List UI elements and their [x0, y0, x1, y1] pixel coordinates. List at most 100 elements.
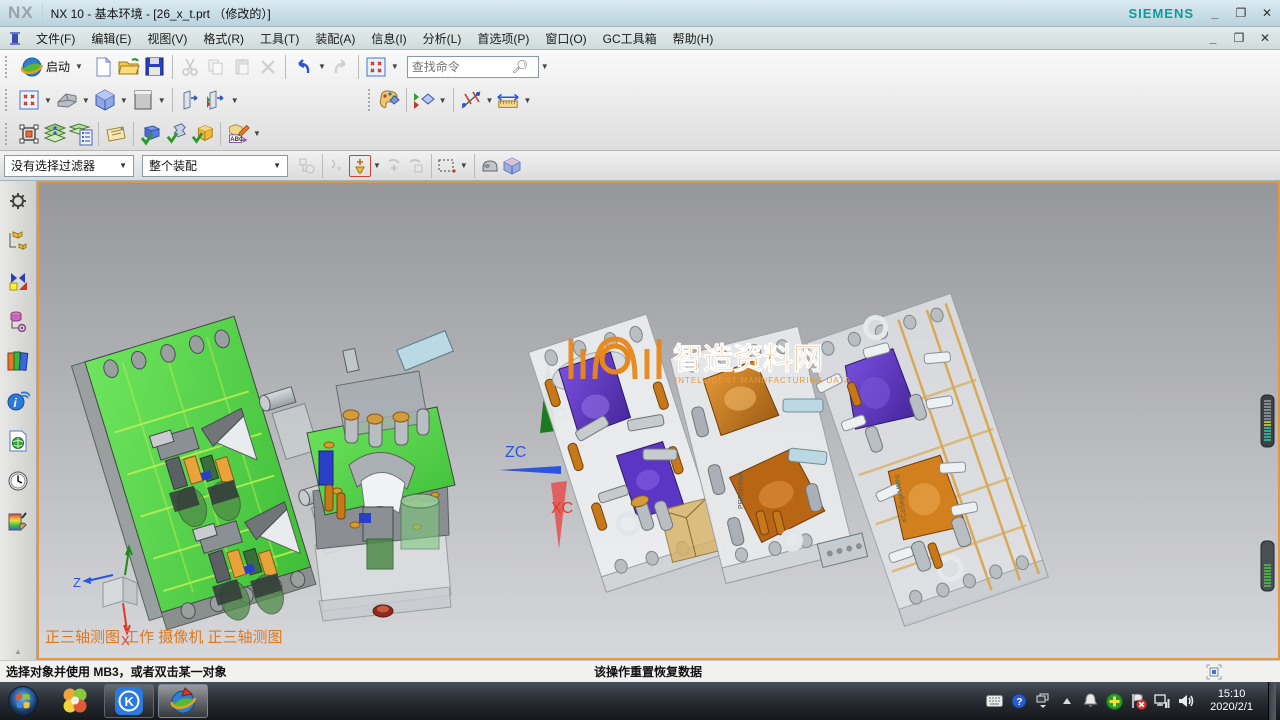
undo-dropdown[interactable]: ▼ [316, 62, 328, 71]
keyboard-icon[interactable] [986, 693, 1003, 710]
copy-button[interactable] [203, 54, 229, 80]
k-app-icon[interactable]: K [104, 684, 154, 718]
help-icon[interactable]: ? [1010, 693, 1027, 710]
selection-filter-combo[interactable]: 没有选择过滤器 ▼ [4, 155, 134, 177]
safety-plus-icon[interactable] [1106, 693, 1123, 710]
menu-help[interactable]: 帮助(H) [665, 28, 722, 49]
restore-button[interactable]: ❐ [1234, 6, 1248, 20]
measure-dropdown[interactable]: ▼ [484, 96, 496, 105]
taskbar-clock[interactable]: 15:10 2020/2/1 [1202, 688, 1261, 714]
materials-palette-icon[interactable] [6, 509, 30, 533]
volume-icon[interactable] [1178, 693, 1195, 710]
note-button[interactable] [103, 121, 129, 147]
wave-link-button[interactable] [164, 121, 190, 147]
assembly-constraints-button[interactable] [138, 121, 164, 147]
menu-analysis[interactable]: 分析(L) [415, 28, 470, 49]
action-center-flag-icon[interactable] [1130, 693, 1147, 710]
clip-section-button[interactable] [177, 87, 203, 113]
toolbar-drag-handle[interactable] [368, 89, 373, 111]
name-attribute-button[interactable]: ABC [225, 121, 251, 147]
orient-view-button[interactable] [92, 87, 118, 113]
marquee-dropdown[interactable]: ▼ [458, 161, 470, 170]
layer-list-button[interactable] [68, 121, 94, 147]
menu-gc-toolbox[interactable]: GC工具箱 [595, 28, 665, 49]
show-desktop-button[interactable] [1268, 682, 1276, 720]
menu-assemblies[interactable]: 装配(A) [307, 28, 363, 49]
orient-view-dropdown[interactable]: ▼ [118, 96, 130, 105]
doc-restore-button[interactable]: ❐ [1232, 31, 1246, 45]
menu-view[interactable]: 视图(V) [139, 28, 195, 49]
resource-bar-collapse[interactable]: ▲ [14, 647, 22, 656]
clip-dropdown[interactable]: ▼ [229, 96, 241, 105]
save-button[interactable] [142, 54, 168, 80]
clip-slider-bottom[interactable] [1261, 541, 1274, 591]
start-menu-button[interactable]: 启动 ▼ [16, 54, 90, 80]
bell-icon[interactable] [1082, 693, 1099, 710]
shaded-view-button[interactable] [54, 87, 80, 113]
remember-constraints-button[interactable] [190, 121, 216, 147]
new-file-button[interactable] [90, 54, 116, 80]
part-navigator-icon[interactable] [6, 309, 30, 333]
clip-work-section-button[interactable] [203, 87, 229, 113]
marquee-select-button[interactable] [436, 155, 458, 177]
cut-button[interactable] [177, 54, 203, 80]
close-button[interactable]: ✕ [1260, 6, 1274, 20]
ruler-button[interactable] [495, 87, 521, 113]
snap-point-button[interactable] [349, 155, 371, 177]
constraint-navigator-icon[interactable] [6, 269, 30, 293]
toolbar-drag-handle[interactable] [5, 56, 10, 78]
assembly-tree-button[interactable] [296, 155, 318, 177]
nx-app-icon[interactable] [158, 684, 208, 718]
move-component-button[interactable] [16, 121, 42, 147]
clip-slider-top[interactable] [1261, 395, 1274, 447]
drag-point-button[interactable] [405, 155, 427, 177]
doc-minimize-button[interactable]: _ [1206, 31, 1220, 45]
toolbar-drag-handle[interactable] [5, 123, 10, 145]
solid-cube-button[interactable] [501, 155, 523, 177]
roles-gear-icon[interactable] [6, 189, 30, 213]
redo-button[interactable] [328, 54, 354, 80]
ruler-dropdown[interactable]: ▼ [521, 96, 533, 105]
hidden-icons-arrow[interactable] [1058, 693, 1075, 710]
menu-format[interactable]: 格式(R) [195, 28, 252, 49]
show-hide-button[interactable] [411, 87, 437, 113]
web-info-icon[interactable]: i [6, 389, 30, 413]
background-button[interactable] [130, 87, 156, 113]
name-dropdown[interactable]: ▼ [251, 129, 263, 138]
menu-window[interactable]: 窗口(O) [537, 28, 594, 49]
shaded-view-dropdown[interactable]: ▼ [80, 96, 92, 105]
fit-view-button[interactable] [16, 87, 42, 113]
assembly-navigator-icon[interactable] [6, 229, 30, 253]
measure-button[interactable] [458, 87, 484, 113]
menu-tools[interactable]: 工具(T) [252, 28, 307, 49]
internet-page-icon[interactable] [6, 429, 30, 453]
touch-mode-button[interactable] [363, 54, 389, 80]
touch-mode-dropdown[interactable]: ▼ [389, 62, 401, 71]
history-clock-icon[interactable] [6, 469, 30, 493]
cap-button[interactable] [479, 155, 501, 177]
open-button[interactable] [116, 54, 142, 80]
find-command-input[interactable] [412, 60, 512, 74]
layer-settings-button[interactable] [42, 121, 68, 147]
network-icon[interactable] [1154, 693, 1171, 710]
find-command-box[interactable]: 🔎︎ [407, 56, 539, 78]
snap-dropdown[interactable]: ▼ [371, 161, 383, 170]
delete-button[interactable] [255, 54, 281, 80]
snap-off-button[interactable] [327, 155, 349, 177]
fixture-model-2[interactable] [307, 331, 455, 621]
start-orb[interactable] [4, 682, 42, 720]
windows-stack-icon[interactable] [1034, 693, 1051, 710]
reuse-library-icon[interactable] [6, 349, 30, 373]
find-dropdown[interactable]: ▼ [539, 62, 551, 71]
graphics-viewport[interactable]: ZC YC XC [37, 181, 1280, 660]
background-dropdown[interactable]: ▼ [156, 96, 168, 105]
fit-view-dropdown[interactable]: ▼ [42, 96, 54, 105]
minimize-button[interactable]: _ [1208, 6, 1222, 20]
menu-edit[interactable]: 编辑(E) [83, 28, 139, 49]
toolbar-drag-handle[interactable] [5, 89, 10, 111]
fixture-model-5[interactable]: KCeSegeMMNl [801, 291, 1048, 628]
view-handle-icon[interactable] [1206, 664, 1222, 680]
paste-button[interactable] [229, 54, 255, 80]
menu-preferences[interactable]: 首选项(P) [469, 28, 537, 49]
rotate-point-button[interactable] [383, 155, 405, 177]
